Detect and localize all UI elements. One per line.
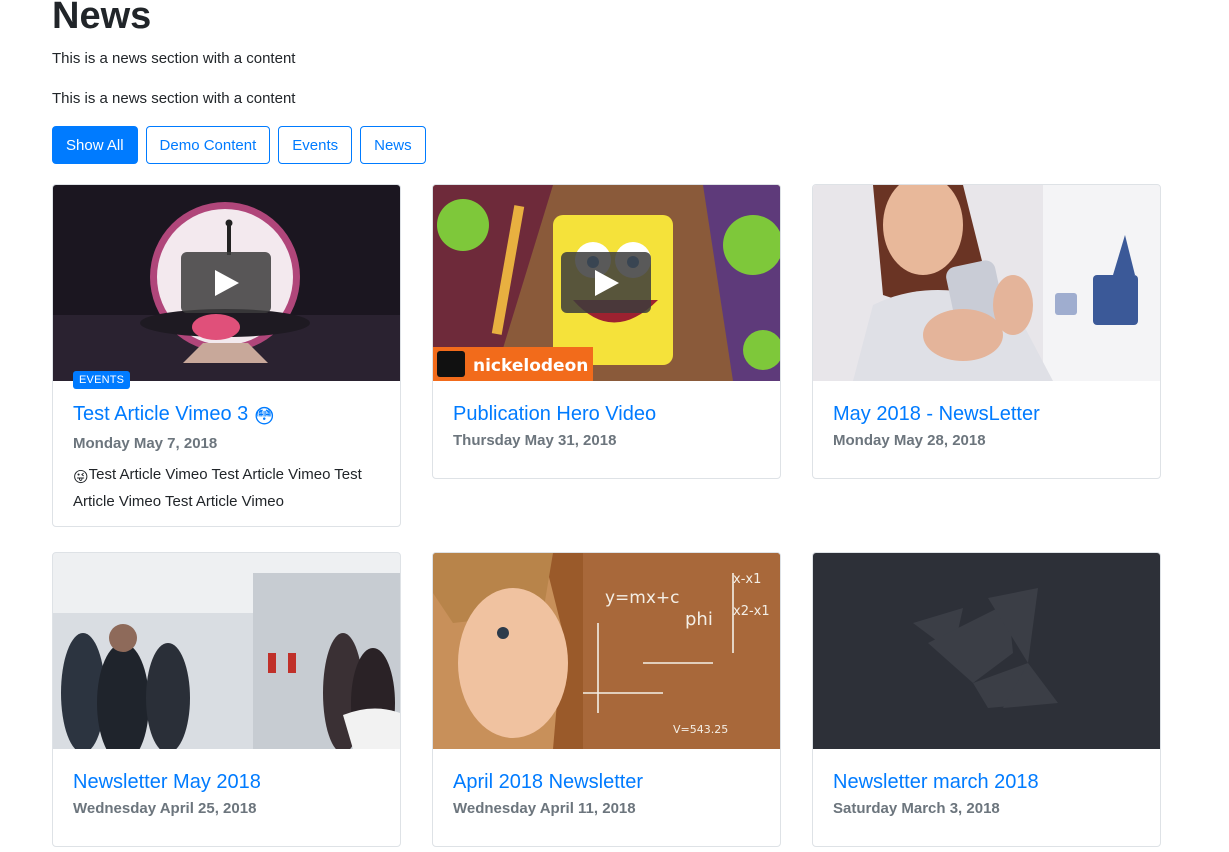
placeholder-bird-logo[interactable] (813, 553, 1160, 749)
cartoon-video-thumbnail[interactable]: nickelodeon (433, 185, 780, 381)
intro-text: This is a news section with a content (52, 90, 296, 107)
card-date: Thursday May 31, 2018 (453, 432, 617, 449)
chalk-equation: V=543.25 (673, 723, 728, 736)
chalk-equation: y=mx+c (605, 588, 680, 608)
nickelodeon-logo-text: nickelodeon (473, 356, 588, 376)
smartphone-likes-photo[interactable] (813, 185, 1160, 381)
card-date: Monday May 28, 2018 (833, 432, 986, 449)
card-title-link[interactable]: Newsletter march 2018 (833, 769, 1140, 795)
news-card[interactable]: y=mx+c phi x-x1 x2-x1 V=543.25 April 201… (432, 552, 781, 847)
card-title-link[interactable]: Publication Hero Video (453, 401, 760, 427)
play-icon[interactable] (181, 252, 271, 313)
filter-show-all-button[interactable]: Show All (52, 126, 138, 164)
news-page: News This is a news section with a conte… (0, 0, 1229, 852)
news-card[interactable]: EVENTS Test Article Vimeo 3 😳 Monday May… (52, 184, 401, 527)
tongue-wink-emoji: 😜 (73, 469, 89, 486)
chalk-equation: x-x1 (733, 572, 761, 587)
chalkboard-math-photo[interactable]: y=mx+c phi x-x1 x2-x1 V=543.25 (433, 553, 780, 749)
chalk-equation: phi (685, 609, 713, 630)
news-card[interactable]: nickelodeon Publication Hero Video Thurs… (432, 184, 781, 479)
filter-events-button[interactable]: Events (278, 126, 353, 164)
category-badge[interactable]: EVENTS (73, 371, 131, 389)
card-excerpt: 😜Test Article Vimeo Test Article Vimeo T… (73, 463, 380, 514)
card-date: Saturday March 3, 2018 (833, 800, 1000, 817)
stage-performance-video-thumbnail[interactable] (53, 185, 400, 381)
card-title-link[interactable]: May 2018 - NewsLetter (833, 401, 1140, 427)
card-title-link[interactable]: April 2018 Newsletter (453, 769, 760, 795)
card-date: Wednesday April 25, 2018 (73, 800, 257, 817)
play-icon[interactable] (561, 252, 651, 313)
intro-text: This is a news section with a content (52, 50, 296, 67)
card-title: Test Article Vimeo 3 (73, 403, 249, 425)
card-title-link[interactable]: Newsletter May 2018 (73, 769, 380, 795)
flushed-face-emoji: 😳 (253, 406, 275, 428)
card-excerpt-text: Test Article Vimeo Test Article Vimeo Te… (73, 466, 362, 510)
event-crowd-photo[interactable] (53, 553, 400, 749)
card-date: Monday May 7, 2018 (73, 435, 218, 452)
filter-news-button[interactable]: News (360, 126, 426, 164)
news-card[interactable]: May 2018 - NewsLetter Monday May 28, 201… (812, 184, 1161, 479)
page-title: News (52, 0, 152, 37)
card-title-link[interactable]: Test Article Vimeo 3 😳 (73, 401, 380, 430)
filter-bar: Show All Demo Content Events News (52, 126, 426, 164)
news-card[interactable]: Newsletter march 2018 Saturday March 3, … (812, 552, 1161, 847)
news-card[interactable]: Newsletter May 2018 Wednesday April 25, … (52, 552, 401, 847)
chalk-equation: x2-x1 (733, 604, 770, 619)
filter-demo-content-button[interactable]: Demo Content (145, 126, 271, 164)
card-date: Wednesday April 11, 2018 (453, 800, 636, 817)
